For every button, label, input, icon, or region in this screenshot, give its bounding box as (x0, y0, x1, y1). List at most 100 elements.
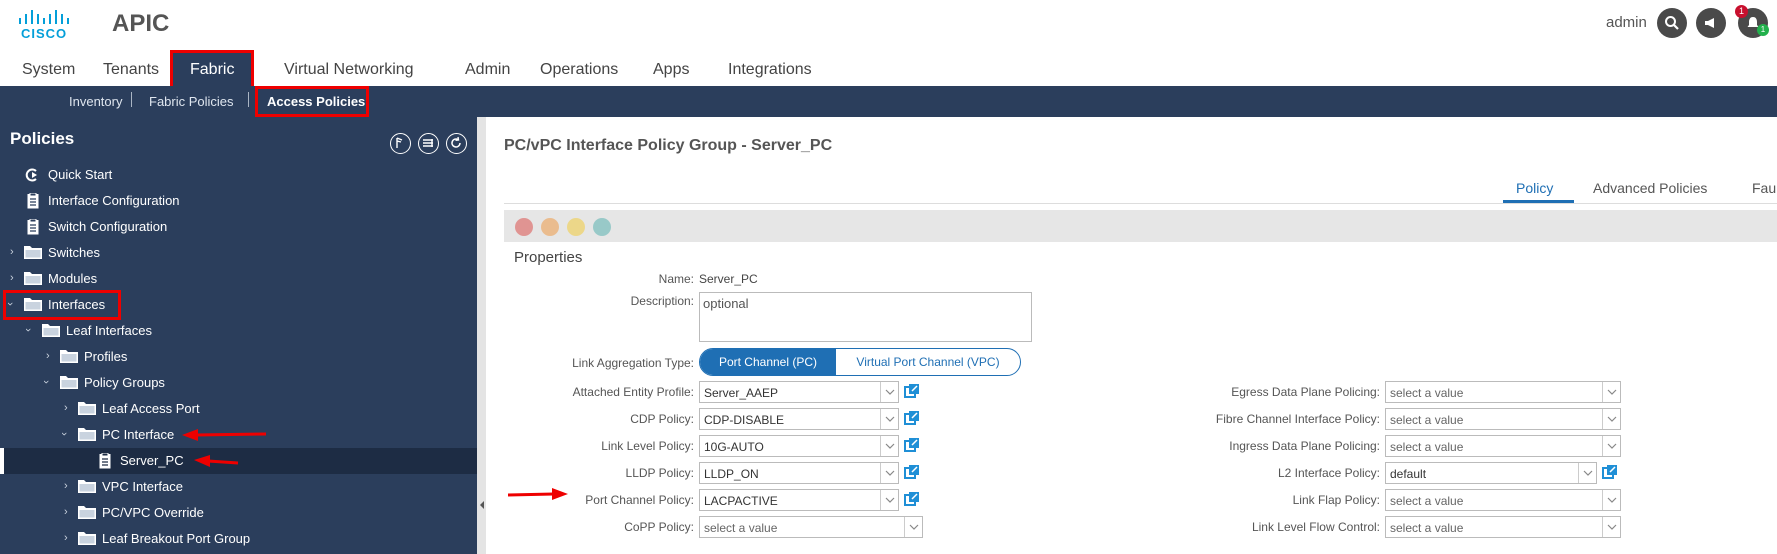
tab-faults[interactable]: Fau (1752, 180, 1776, 196)
open-link-icon[interactable] (904, 491, 920, 507)
tree-item-switch-configuration[interactable]: Switch Configuration (0, 214, 477, 240)
tab-advanced-policies[interactable]: Advanced Policies (1593, 180, 1707, 196)
dropdown-toggle[interactable] (1602, 436, 1620, 456)
major-fault-icon[interactable] (541, 218, 559, 236)
tree-item-profiles[interactable]: › Profiles (0, 344, 477, 370)
tree-item-switches[interactable]: › Switches (0, 240, 477, 266)
subnav-access-policies[interactable]: Access Policies (267, 94, 365, 109)
dropdown-toggle[interactable] (880, 463, 898, 483)
open-link-icon[interactable] (904, 410, 920, 426)
dropdown-toggle[interactable] (1602, 409, 1620, 429)
tree-item-modules[interactable]: › Modules (0, 266, 477, 292)
chevron-right-icon[interactable]: › (10, 272, 14, 284)
dropdown-toggle[interactable] (904, 517, 922, 537)
tab-operations[interactable]: Operations (540, 61, 618, 79)
tree-filter-button[interactable] (390, 133, 411, 154)
fibre-channel-interface-policy-select[interactable]: select a value (1385, 408, 1621, 430)
dropdown-toggle[interactable] (1602, 382, 1620, 402)
warning-fault-icon[interactable] (593, 218, 611, 236)
tab-virtual-networking[interactable]: Virtual Networking (284, 61, 414, 79)
dropdown-toggle[interactable] (1578, 463, 1596, 483)
chevron-right-icon[interactable]: › (10, 246, 14, 258)
dropdown-toggle[interactable] (880, 409, 898, 429)
chevron-right-icon[interactable]: › (64, 506, 68, 518)
link-level-flow-control-select[interactable]: select a value (1385, 516, 1621, 538)
tab-divider (504, 203, 1777, 204)
tab-admin[interactable]: Admin (465, 61, 510, 79)
cisco-logo-text: CISCO (21, 26, 68, 41)
description-field[interactable]: optional (699, 292, 1032, 342)
list-icon (423, 139, 433, 147)
link-flap-policy-select[interactable]: select a value (1385, 489, 1621, 511)
search-button[interactable] (1657, 8, 1687, 38)
lldp-policy-select[interactable]: LLDP_ON (699, 462, 899, 484)
dropdown-toggle[interactable] (880, 490, 898, 510)
dropdown-toggle[interactable] (1602, 490, 1620, 510)
ingress-data-plane-policing-select[interactable]: select a value (1385, 435, 1621, 457)
health-status-bar (504, 210, 1777, 242)
tree-item-interfaces[interactable]: › Interfaces (0, 290, 477, 320)
cdp-policy-label: CDP Policy: (630, 412, 694, 426)
chevron-right-icon[interactable]: › (64, 480, 68, 492)
port-channel-option[interactable]: Port Channel (PC) (700, 349, 836, 375)
tree-item-label: PC/VPC Override (102, 505, 204, 520)
fibre-channel-interface-policy-label: Fibre Channel Interface Policy: (1215, 412, 1380, 426)
chevron-right-icon[interactable]: › (64, 532, 68, 544)
tree-item-leaf-access-port[interactable]: › Leaf Access Port (0, 396, 477, 422)
tab-system[interactable]: System (22, 61, 75, 79)
dropdown-toggle[interactable] (880, 436, 898, 456)
port-channel-policy-select[interactable]: LACPACTIVE (699, 489, 899, 511)
user-menu[interactable]: admin (1606, 14, 1647, 31)
attached-entity-profile-select[interactable]: Server_AAEP (699, 381, 899, 403)
l2-interface-policy-select[interactable]: default (1385, 462, 1597, 484)
virtual-port-channel-option[interactable]: Virtual Port Channel (VPC) (836, 349, 1020, 375)
tree-collapse-button[interactable] (418, 133, 439, 154)
cdp-policy-select[interactable]: CDP-DISABLE (699, 408, 899, 430)
open-link-icon[interactable] (904, 383, 920, 399)
refresh-icon (451, 136, 461, 148)
tree-item-pc-interface[interactable]: › PC Interface (0, 422, 477, 448)
chevron-right-icon[interactable]: › (46, 350, 50, 362)
tree-refresh-button[interactable] (446, 133, 467, 154)
tree-item-interface-configuration[interactable]: Interface Configuration (0, 188, 477, 214)
chevron-down-icon[interactable]: › (40, 380, 52, 384)
egress-data-plane-policing-select[interactable]: select a value (1385, 381, 1621, 403)
chevron-down-icon[interactable]: › (4, 302, 16, 306)
link-level-policy-select[interactable]: 10G-AUTO (699, 435, 899, 457)
tree-item-leaf-breakout-port-group[interactable]: › Leaf Breakout Port Group (0, 526, 477, 552)
open-link-icon[interactable] (904, 437, 920, 453)
tab-policy[interactable]: Policy (1516, 180, 1553, 196)
chevron-right-icon[interactable]: › (64, 402, 68, 414)
tab-integrations[interactable]: Integrations (728, 61, 812, 79)
subnav-inventory[interactable]: Inventory (69, 94, 122, 109)
announcements-button[interactable] (1696, 8, 1726, 38)
open-link-icon[interactable] (1602, 464, 1618, 480)
dropdown-toggle[interactable] (880, 382, 898, 402)
document-icon (27, 193, 39, 209)
tree-item-policy-groups[interactable]: › Policy Groups (0, 370, 477, 396)
copp-policy-label: CoPP Policy: (624, 520, 694, 534)
tree-item-server-pc[interactable]: Server_PC (0, 448, 477, 474)
tab-apps[interactable]: Apps (653, 61, 689, 79)
tab-fabric[interactable]: Fabric (190, 61, 234, 79)
tree-item-vpc-interface[interactable]: › VPC Interface (0, 474, 477, 500)
tree-item-quick-start[interactable]: Quick Start (0, 162, 477, 188)
panel-splitter[interactable] (477, 117, 486, 554)
copp-policy-select[interactable]: select a value (699, 516, 923, 538)
chevron-down-icon[interactable]: › (58, 432, 70, 436)
chevron-down-icon (1607, 443, 1617, 449)
critical-fault-icon[interactable] (515, 218, 533, 236)
select-value: 10G-AUTO (704, 440, 764, 454)
tab-tenants[interactable]: Tenants (103, 61, 159, 79)
folder-icon (78, 506, 96, 519)
chevron-down-icon[interactable]: › (22, 328, 34, 332)
tree-item-pc-vpc-override[interactable]: › PC/VPC Override (0, 500, 477, 526)
tree-item-label: Interfaces (48, 297, 106, 312)
subnav-fabric-policies[interactable]: Fabric Policies (149, 94, 234, 109)
tree-item-leaf-interfaces[interactable]: › Leaf Interfaces (0, 318, 477, 344)
open-link-icon[interactable] (904, 464, 920, 480)
minor-fault-icon[interactable] (567, 218, 585, 236)
subnav-separator (131, 92, 132, 107)
chevron-down-icon (909, 524, 919, 530)
dropdown-toggle[interactable] (1602, 517, 1620, 537)
